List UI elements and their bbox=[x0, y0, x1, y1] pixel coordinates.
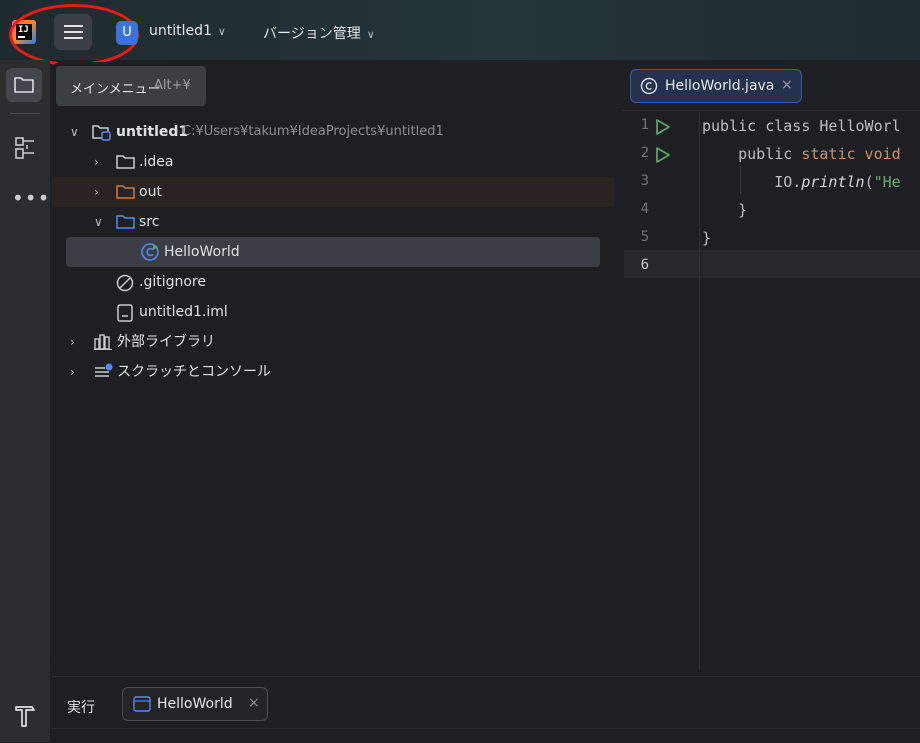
vcs-menu[interactable]: バージョン管理 ∨ bbox=[263, 23, 375, 43]
chevron-right-icon: › bbox=[70, 365, 75, 379]
project-selector[interactable]: untitled1 ∨ bbox=[149, 23, 226, 39]
out-label: out bbox=[139, 184, 162, 200]
line-number: 3 bbox=[640, 173, 649, 189]
gutter-separator bbox=[699, 112, 700, 670]
folder-icon bbox=[116, 155, 135, 169]
module-icon bbox=[92, 125, 111, 141]
close-icon[interactable]: × bbox=[248, 695, 260, 711]
code-line-1[interactable]: public class HelloWorl bbox=[702, 117, 901, 135]
folder-icon bbox=[116, 185, 135, 199]
chevron-right-icon: › bbox=[70, 335, 75, 349]
line-number: 1 bbox=[640, 117, 649, 133]
code-line-5[interactable]: } bbox=[702, 229, 711, 247]
tree-item-iml[interactable]: untitled1.iml bbox=[66, 297, 606, 327]
iml-file-icon bbox=[117, 304, 133, 322]
scratches-label: スクラッチとコンソール bbox=[117, 364, 271, 380]
logo-text: IJ bbox=[18, 25, 29, 35]
code-text: public class HelloWorl bbox=[702, 117, 901, 135]
structure-icon[interactable] bbox=[14, 136, 36, 160]
run-tab-helloworld[interactable]: HelloWorld × bbox=[122, 687, 268, 721]
console-icon bbox=[133, 696, 151, 712]
project-badge[interactable]: U bbox=[116, 21, 138, 45]
tree-item-scratches[interactable]: › スクラッチとコンソール bbox=[66, 357, 606, 387]
code-text: IO. bbox=[774, 173, 802, 191]
code-line-4[interactable]: } bbox=[702, 201, 747, 219]
code-string: "He bbox=[873, 173, 901, 191]
chevron-right-icon: › bbox=[94, 185, 99, 199]
root-name: untitled1 bbox=[116, 124, 189, 140]
project-tool-button[interactable] bbox=[6, 68, 42, 102]
helloworld-label: HelloWorld bbox=[164, 244, 240, 260]
title-bar bbox=[0, 0, 920, 60]
line-number: 2 bbox=[640, 145, 649, 161]
tree-item-external-libraries[interactable]: › 外部ライブラリ bbox=[66, 327, 606, 357]
code-text: } bbox=[738, 201, 748, 219]
folder-icon bbox=[116, 215, 135, 229]
stripe-separator bbox=[10, 113, 40, 114]
chevron-down-icon: ∨ bbox=[94, 215, 103, 229]
idea-label: .idea bbox=[139, 154, 174, 170]
gitignore-icon bbox=[116, 274, 134, 292]
tree-item-src[interactable]: ∨ src bbox=[66, 207, 606, 237]
build-icon[interactable] bbox=[13, 703, 37, 729]
gitignore-label: .gitignore bbox=[139, 274, 206, 290]
chevron-down-icon: ∨ bbox=[217, 25, 226, 38]
editor-tab-helloworld[interactable]: HelloWorld.java × bbox=[630, 69, 802, 103]
code-line-2[interactable]: public static void bbox=[702, 145, 901, 163]
external-libraries-label: 外部ライブラリ bbox=[117, 334, 215, 350]
tree-item-idea[interactable]: › .idea bbox=[66, 147, 606, 177]
main-menu-button[interactable] bbox=[54, 14, 92, 50]
iml-label: untitled1.iml bbox=[139, 304, 228, 320]
run-icon[interactable] bbox=[655, 146, 671, 164]
vcs-menu-label: バージョン管理 bbox=[263, 26, 361, 42]
tree-item-out[interactable]: › out bbox=[66, 177, 606, 207]
code-keyword: static void bbox=[801, 145, 901, 163]
tooltip-shortcut: Alt+¥ bbox=[154, 78, 191, 93]
chevron-down-icon: ∨ bbox=[70, 125, 79, 139]
project-name-label: untitled1 bbox=[149, 23, 212, 39]
code-method: println bbox=[801, 173, 865, 191]
code-line-3[interactable]: IO.println("He bbox=[702, 173, 901, 191]
run-panel-divider bbox=[52, 728, 920, 729]
run-window-title: 実行 bbox=[67, 700, 95, 716]
library-icon bbox=[94, 334, 112, 350]
class-icon bbox=[640, 77, 658, 95]
tree-item-gitignore[interactable]: .gitignore bbox=[66, 267, 606, 297]
tooltip-label: メインメニュー bbox=[70, 82, 161, 97]
current-line-highlight bbox=[624, 250, 920, 278]
tab-strip-border bbox=[622, 110, 920, 111]
class-icon bbox=[141, 243, 159, 261]
chevron-right-icon: › bbox=[94, 155, 99, 169]
editor-tab-label: HelloWorld.java bbox=[665, 78, 775, 94]
code-text: public bbox=[738, 145, 802, 163]
scratch-icon bbox=[95, 363, 113, 377]
code-text: ( bbox=[864, 173, 874, 191]
line-number: 5 bbox=[640, 229, 649, 245]
line-number: 4 bbox=[640, 201, 649, 217]
chevron-down-icon: ∨ bbox=[366, 28, 375, 41]
tree-item-root[interactable]: ∨ untitled1 C:¥Users¥takum¥IdeaProjects¥… bbox=[66, 117, 606, 147]
left-tool-stripe bbox=[0, 60, 50, 742]
src-label: src bbox=[139, 214, 160, 230]
line-number: 6 bbox=[640, 257, 649, 273]
run-icon[interactable] bbox=[655, 118, 671, 136]
run-tab-label: HelloWorld bbox=[157, 696, 233, 712]
folder-icon bbox=[14, 77, 34, 93]
tree-item-helloworld[interactable]: HelloWorld bbox=[66, 237, 600, 267]
more-icon[interactable]: ••• bbox=[12, 186, 50, 210]
app-logo-icon: IJ bbox=[12, 20, 36, 44]
root-path: C:¥Users¥takum¥IdeaProjects¥untitled1 bbox=[182, 124, 444, 139]
close-icon[interactable]: × bbox=[781, 77, 793, 93]
code-text: } bbox=[702, 229, 712, 247]
